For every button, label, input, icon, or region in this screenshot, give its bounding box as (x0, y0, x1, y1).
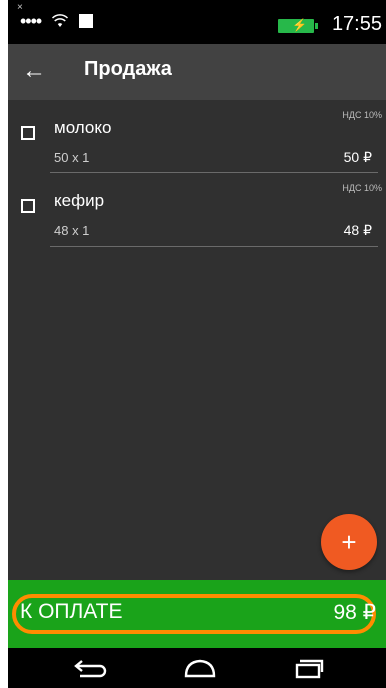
status-bar-left: •••• (20, 11, 94, 31)
phone-screen: × •••• ⚡ 17:55 ← Продажа молоко 50 x 1 Н… (0, 0, 386, 688)
wifi-icon (52, 14, 69, 27)
notification-square-icon (79, 14, 94, 28)
pay-button[interactable]: К ОПЛАТЕ 98 ₽ (8, 580, 386, 648)
page-title: Продажа (84, 58, 172, 80)
nav-back-icon[interactable] (72, 656, 112, 680)
item-quantity: 50 x 1 (54, 150, 90, 165)
item-vat: НДС 10% (342, 183, 382, 193)
pay-amount: 98 ₽ (333, 601, 376, 624)
battery-icon: ⚡ (278, 18, 318, 33)
status-bar: × •••• ⚡ 17:55 (8, 0, 386, 44)
pay-label: К ОПЛАТЕ (20, 600, 123, 623)
item-checkbox[interactable] (21, 199, 35, 213)
nav-recent-icon[interactable] (288, 656, 328, 680)
signal-icon: •••• (20, 11, 42, 31)
item-checkbox[interactable] (21, 126, 35, 140)
status-time: 17:55 (331, 13, 382, 35)
item-name: молоко (54, 118, 112, 137)
sale-items-list: молоко 50 x 1 НДС 10% 50 ₽ кефир 48 x 1 … (8, 100, 386, 580)
battery-charging-icon: ⚡ (292, 18, 307, 32)
item-price: 50 ₽ (343, 149, 372, 165)
list-item[interactable]: молоко 50 x 1 НДС 10% 50 ₽ (8, 100, 386, 170)
list-item[interactable]: кефир 48 x 1 НДС 10% 48 ₽ (8, 173, 386, 243)
app-toolbar: ← Продажа (8, 44, 386, 100)
item-name: кефир (54, 191, 105, 210)
item-divider (50, 246, 378, 247)
system-nav-bar (8, 648, 386, 688)
item-price: 48 ₽ (343, 222, 372, 238)
item-vat: НДС 10% (342, 110, 382, 120)
nav-home-icon[interactable] (180, 656, 220, 680)
add-item-button[interactable]: + (321, 514, 377, 570)
back-arrow-icon[interactable]: ← (22, 57, 52, 87)
item-quantity: 48 x 1 (54, 223, 90, 238)
